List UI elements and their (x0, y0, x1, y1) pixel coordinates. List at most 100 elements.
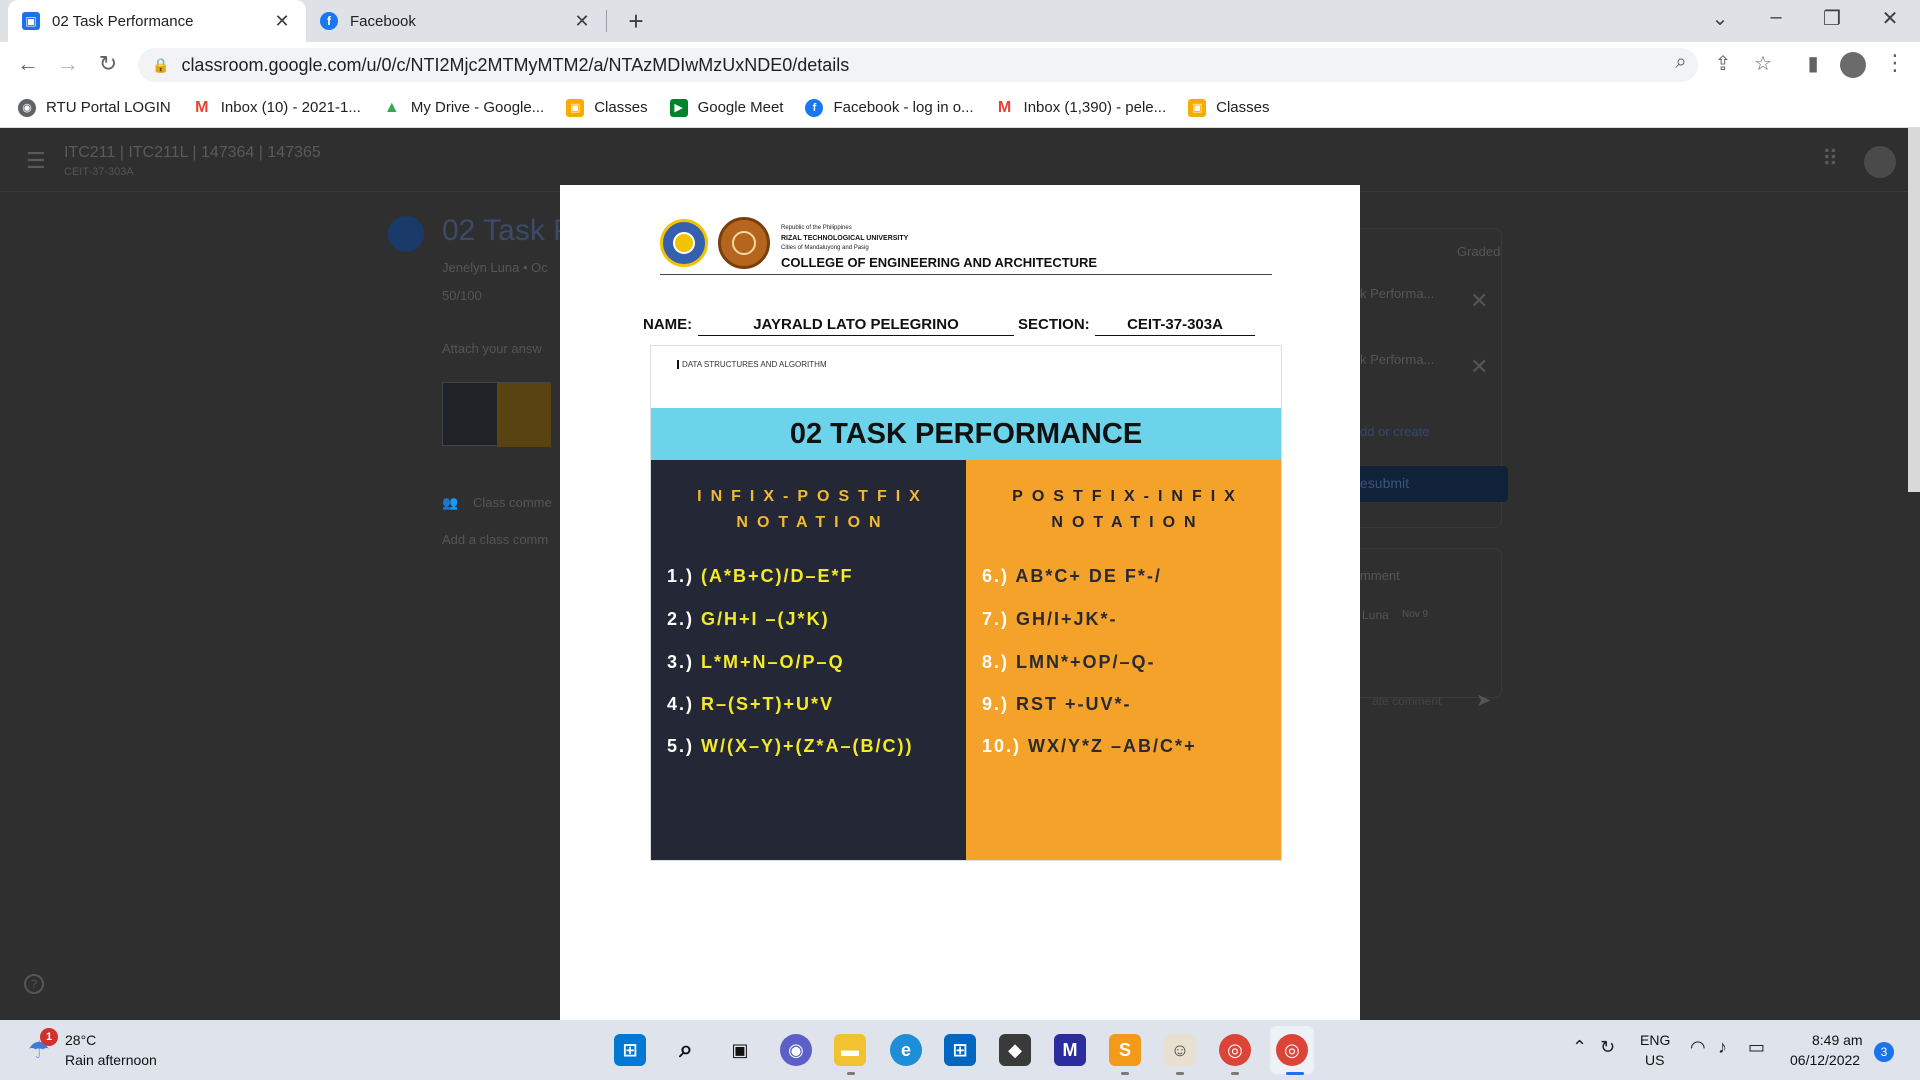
tab-search-icon[interactable]: ⌄ (1700, 6, 1740, 31)
language-indicator[interactable]: ENG (1640, 1032, 1670, 1048)
item-number: 6.) (982, 566, 1010, 586)
share-icon[interactable]: ⇪ (1708, 51, 1738, 76)
expression-item: 4.) R–(S+T)+U*V (667, 694, 834, 715)
remove-file-icon[interactable]: ✕ (1470, 354, 1488, 380)
profile-avatar[interactable] (1840, 52, 1866, 78)
tab-label: Facebook (350, 12, 416, 30)
bookmark-facebook[interactable]: f Facebook - log in o... (805, 98, 974, 117)
menu-kebab-icon[interactable]: ⋮ (1884, 50, 1906, 76)
add-class-comment-link[interactable]: Add a class comm (442, 532, 548, 547)
globe-icon: ◉ (18, 98, 36, 117)
bookmark-star-icon[interactable]: ☆ (1748, 51, 1778, 76)
search-icon[interactable]: ⌕ (670, 1034, 702, 1066)
bookmark-classes-1[interactable]: ▣ Classes (566, 98, 648, 117)
bookmark-label: My Drive - Google... (410, 99, 545, 116)
item-expression: G/H+I –(J*K) (701, 609, 830, 629)
bookmark-label: Classes (1216, 99, 1270, 116)
task-slide: DATA STRUCTURES AND ALGORITHM 02 TASK PE… (650, 345, 1282, 861)
resubmit-button[interactable]: esubmit (1352, 466, 1508, 502)
new-tab-button[interactable]: + (622, 6, 650, 37)
clock-time[interactable]: 8:49 am (1812, 1032, 1863, 1048)
bookmark-inbox-1[interactable]: M Inbox (10) - 2021-1... (192, 98, 361, 117)
weather-temperature[interactable]: 28°C (65, 1032, 96, 1048)
edge-icon[interactable]: e (890, 1034, 922, 1066)
name-section-line: NAME: JAYRALD LATO PELEGRINO SECTION: CE… (643, 316, 1293, 338)
minimize-icon[interactable]: – (1756, 6, 1796, 29)
restore-icon[interactable]: ❐ (1812, 6, 1852, 31)
bookmark-google-meet[interactable]: ▶ Google Meet (669, 98, 783, 117)
windows-start-icon[interactable]: ⊞ (614, 1034, 646, 1066)
tab-facebook[interactable]: f Facebook ✕ (306, 0, 606, 42)
sync-icon[interactable]: ↻ (1600, 1037, 1615, 1058)
weather-description[interactable]: Rain afternoon (65, 1052, 157, 1068)
bookmark-inbox-2[interactable]: M Inbox (1,390) - pele... (995, 98, 1166, 117)
task-view-icon[interactable]: ▣ (724, 1034, 756, 1066)
expression-item: 2.) G/H+I –(J*K) (667, 609, 830, 630)
close-icon[interactable]: ✕ (572, 11, 592, 32)
apps-grid-icon[interactable]: ⠿ (1822, 146, 1838, 172)
send-icon[interactable]: ➤ (1476, 690, 1491, 711)
hamburger-menu-icon[interactable]: ☰ (26, 148, 46, 174)
unity-icon[interactable]: ◆ (999, 1034, 1031, 1066)
letterhead-college: COLLEGE OF ENGINEERING AND ARCHITECTURE (781, 255, 1098, 270)
bookmark-my-drive[interactable]: ▲ My Drive - Google... (382, 98, 545, 117)
clock-date[interactable]: 06/12/2022 (1790, 1052, 1860, 1068)
close-icon[interactable]: ✕ (272, 11, 292, 32)
item-expression: W/(X–Y)+(Z*A–(B/C)) (701, 736, 914, 756)
language-region[interactable]: US (1645, 1052, 1664, 1068)
attach-prompt: Attach your answ (442, 341, 542, 356)
course-title[interactable]: ITC211 | ITC211L | 147364 | 147365 (64, 144, 321, 162)
file-explorer-icon[interactable]: ▬ (834, 1034, 866, 1066)
side-panel-icon[interactable]: ▮ (1798, 51, 1828, 76)
lock-icon[interactable]: 🔒 (152, 57, 169, 74)
bookmark-label: RTU Portal LOGIN (46, 99, 171, 116)
forward-icon[interactable]: → (54, 51, 82, 77)
account-avatar[interactable] (1864, 146, 1896, 178)
window-close-icon[interactable]: ✕ (1870, 6, 1910, 31)
tab-task-performance[interactable]: ▣ 02 Task Performance ✕ (8, 0, 306, 42)
browser-toolbar: ← → ↻ 🔒 classroom.google.com/u/0/c/NTI2M… (0, 42, 1920, 88)
help-icon[interactable]: ? (24, 974, 44, 994)
address-bar[interactable]: 🔒 classroom.google.com/u/0/c/NTI2Mjc2MTM… (138, 48, 1698, 82)
notification-badge[interactable]: 3 (1874, 1042, 1894, 1062)
assignment-author: Jenelyn Luna • Oc (442, 260, 548, 275)
tray-chevron-icon[interactable]: ⌃ (1572, 1037, 1587, 1058)
item-number: 5.) (667, 736, 695, 756)
attached-file-1[interactable]: k Performa... (1360, 286, 1434, 301)
remove-file-icon[interactable]: ✕ (1470, 288, 1488, 314)
sublime-icon[interactable]: S (1109, 1034, 1141, 1066)
volume-icon[interactable]: ♪ (1718, 1037, 1727, 1058)
attached-file-2[interactable]: k Performa... (1360, 352, 1434, 367)
app-icon[interactable]: M (1054, 1034, 1086, 1066)
wifi-icon[interactable]: ◠ (1690, 1037, 1706, 1058)
gmail-icon: M (192, 98, 211, 117)
bookmark-classes-2[interactable]: ▣ Classes (1188, 98, 1270, 117)
attachment-thumbnail[interactable] (442, 382, 551, 447)
chat-icon[interactable]: ◉ (780, 1034, 812, 1066)
running-indicator (1231, 1072, 1239, 1075)
facebook-icon: f (805, 98, 824, 117)
page-scrollbar[interactable] (1908, 128, 1920, 492)
classroom-header: ☰ ITC211 | ITC211L | 147364 | 147365 CEI… (0, 128, 1920, 192)
item-expression: AB*C+ DE F*-/ (1015, 566, 1162, 586)
private-comment-input[interactable]: ate comment (1372, 694, 1441, 708)
bookmarks-bar: ◉ RTU Portal LOGIN M Inbox (10) - 2021-1… (0, 88, 1920, 128)
bookmark-rtu-portal[interactable]: ◉ RTU Portal LOGIN (18, 98, 171, 117)
chrome-icon[interactable]: ◎ (1276, 1034, 1308, 1066)
store-icon[interactable]: ⊞ (944, 1034, 976, 1066)
battery-icon[interactable]: ▭ (1748, 1037, 1765, 1058)
item-number: 2.) (667, 609, 695, 629)
chrome-profile-icon[interactable]: ◎ (1219, 1034, 1251, 1066)
zoom-icon[interactable]: ⌕ (1666, 51, 1696, 74)
weather-badge: 1 (40, 1028, 58, 1046)
reload-icon[interactable]: ↻ (94, 51, 122, 77)
character-app-icon[interactable]: ☺ (1164, 1034, 1196, 1066)
tab-separator (606, 10, 607, 32)
expression-item: 9.) RST +-UV*- (982, 694, 1132, 715)
letterhead-republic: Republic of the Philippines (781, 225, 852, 231)
add-or-create-button[interactable]: dd or create (1360, 424, 1429, 439)
seal-inner (673, 232, 695, 254)
name-value: JAYRALD LATO PELEGRINO (698, 316, 1014, 336)
expression-item: 1.) (A*B+C)/D–E*F (667, 566, 854, 587)
back-icon[interactable]: ← (14, 51, 42, 77)
